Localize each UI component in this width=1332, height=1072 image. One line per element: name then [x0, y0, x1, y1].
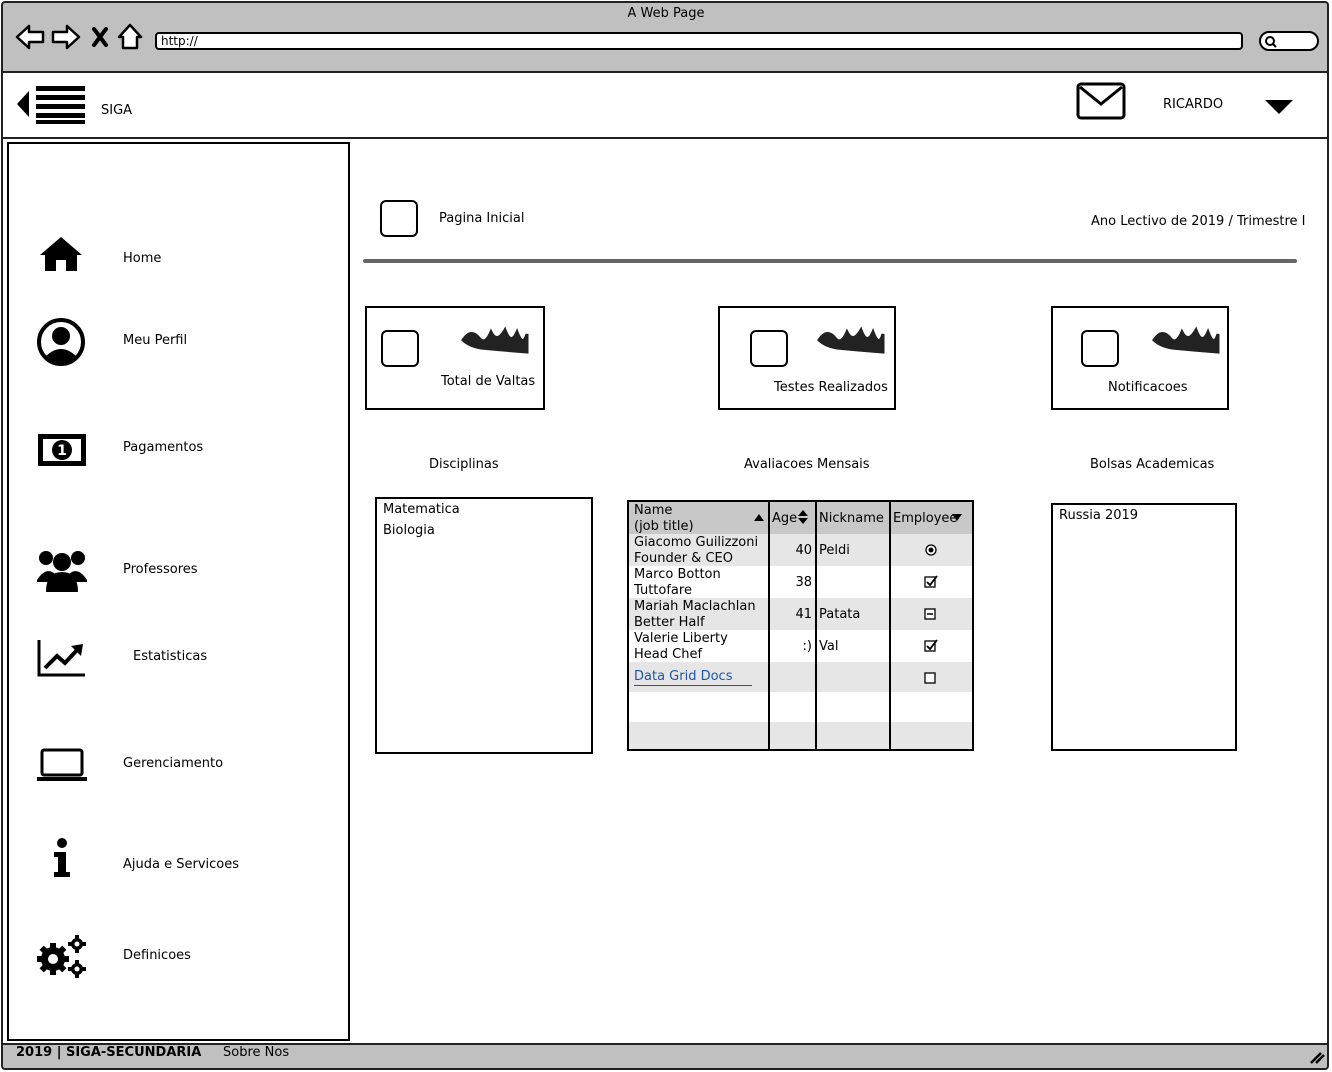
window-frame — [1, 1, 1329, 1070]
